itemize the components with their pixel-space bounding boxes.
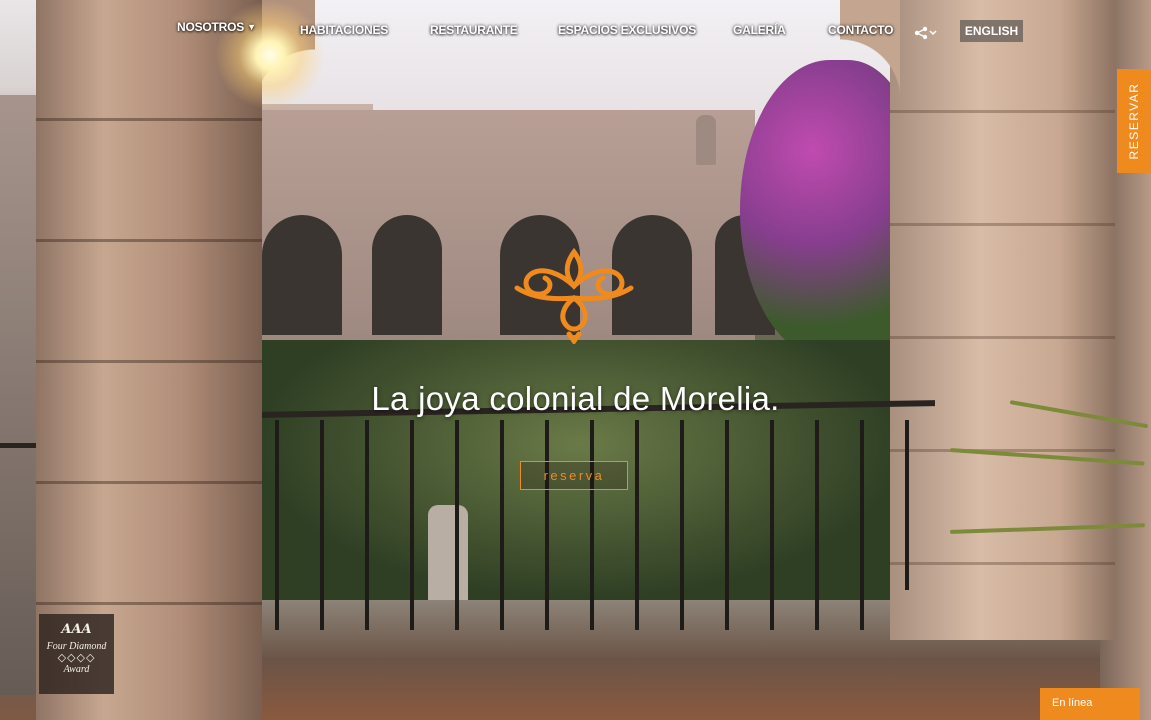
railing-bar	[680, 420, 684, 630]
award-line1: Four Diamond	[46, 641, 107, 652]
railing-bar	[275, 420, 279, 630]
chat-online-button[interactable]: En línea	[1040, 688, 1140, 720]
nav-item-galeria[interactable]: GALERÍA	[733, 23, 786, 37]
share-icon	[914, 26, 937, 40]
nav-item-label: NOSOTROS	[177, 20, 245, 34]
nav-item-contacto[interactable]: CONTACTO	[828, 23, 893, 37]
nav-item-habitaciones[interactable]: HABITACIONES	[300, 23, 388, 37]
railing-bar	[590, 420, 594, 630]
aaa-logo: AAA	[61, 622, 92, 637]
railing-bar	[770, 420, 774, 630]
language-button[interactable]: ENGLISH	[960, 20, 1023, 42]
aaa-award-badge[interactable]: AAA Four Diamond ◇◇◇◇ Award	[39, 614, 114, 694]
railing-bar	[455, 420, 459, 630]
share-button[interactable]	[914, 26, 938, 43]
nav-item-espacios-exclusivos[interactable]: ESPACIOS EXCLUSIVOS	[558, 23, 696, 37]
building-arch	[372, 215, 442, 335]
railing-bar	[410, 420, 414, 630]
main-nav: NOSOTROS ▼ HABITACIONES RESTAURANTE ESPAC…	[0, 0, 1151, 60]
left-pillar	[36, 0, 262, 720]
balcony-railing	[255, 400, 935, 642]
hero-headline: La joya colonial de Morelia.	[371, 380, 780, 417]
finial	[696, 115, 716, 165]
hotel-logo-icon	[514, 247, 634, 344]
railing-bar	[725, 420, 729, 630]
award-line2: Award	[63, 664, 90, 675]
railing-bar	[635, 420, 639, 630]
railing-bar	[500, 420, 504, 630]
railing-bar	[815, 420, 819, 630]
railing-bar	[905, 420, 909, 590]
railing-bar	[545, 420, 549, 630]
reservar-label: RESERVAR	[1127, 82, 1141, 160]
chevron-down-icon: ▼	[247, 22, 256, 32]
building-arch	[262, 215, 342, 335]
diamond-icons: ◇◇◇◇	[57, 652, 96, 664]
nav-item-restaurante[interactable]: RESTAURANTE	[430, 23, 518, 37]
hero-background	[0, 0, 1151, 720]
railing-bar	[365, 420, 369, 630]
reservar-side-tab[interactable]: RESERVAR	[1117, 69, 1151, 173]
reserva-button[interactable]: reserva	[520, 461, 628, 490]
railing-bar	[860, 420, 864, 630]
nav-item-nosotros[interactable]: NOSOTROS ▼	[177, 20, 256, 34]
railing-top	[0, 443, 40, 448]
railing-bar	[320, 420, 324, 630]
